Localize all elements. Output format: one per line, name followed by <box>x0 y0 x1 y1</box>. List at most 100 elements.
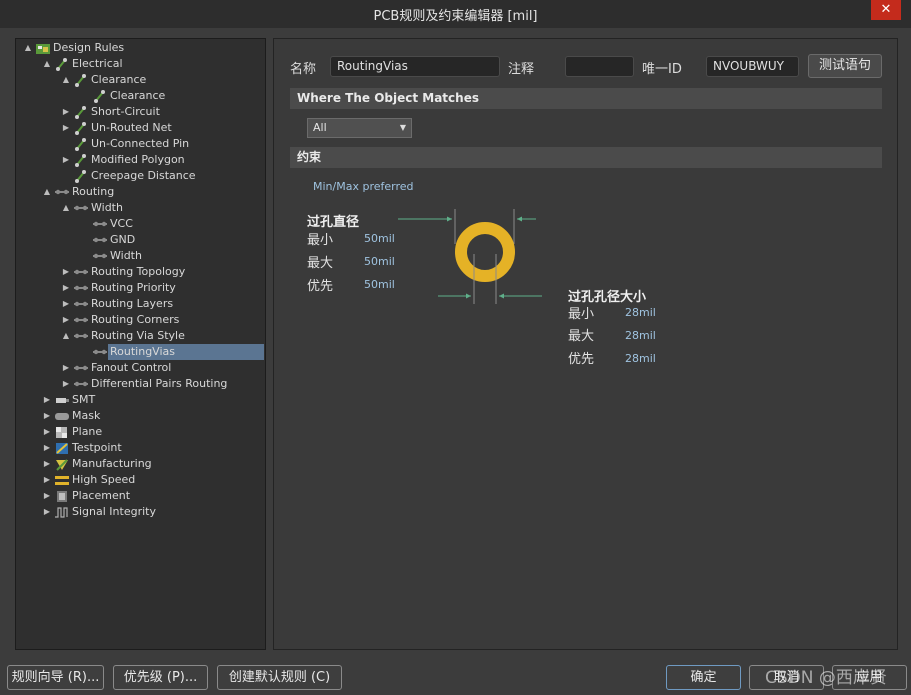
tree-item-differential-pairs-routing[interactable]: ▶ Differential Pairs Routing <box>16 376 265 392</box>
expand-arrow-icon[interactable]: ▶ <box>42 440 52 456</box>
tree-item-smt[interactable]: ▶ SMT <box>16 392 265 408</box>
expand-arrow-icon[interactable]: ▶ <box>61 264 71 280</box>
tree-item-routing-priority[interactable]: ▶ Routing Priority <box>16 280 265 296</box>
unique-id-field[interactable]: NVOUBWUY <box>706 56 799 77</box>
expand-arrow-icon[interactable]: ▶ <box>42 392 52 408</box>
create-default-rules-button[interactable]: 创建默认规则 (C) <box>217 665 342 690</box>
tree-item-width[interactable]: Width <box>16 248 265 264</box>
tree-item-short-circuit[interactable]: ▶ Short-Circuit <box>16 104 265 120</box>
collapse-arrow-icon[interactable]: ▲ <box>23 40 33 56</box>
name-field[interactable]: RoutingVias <box>330 56 500 77</box>
expand-arrow-icon[interactable]: ▶ <box>61 104 71 120</box>
via-diameter-max-label: 最大 <box>307 256 334 271</box>
rule-icon <box>75 154 86 167</box>
tree-item-electrical[interactable]: ▲ Electrical <box>16 56 265 72</box>
hole-size-max-value[interactable]: 28mil <box>625 329 656 342</box>
tree-item-label: GND <box>110 233 136 246</box>
hole-size-preferred-value[interactable]: 28mil <box>625 352 656 365</box>
expand-arrow-icon[interactable]: ▶ <box>42 472 52 488</box>
rule-editor-panel: 名称 RoutingVias 注释 唯一ID NVOUBWUY 测试语句 Whe… <box>273 38 898 650</box>
tree-item-routing-topology[interactable]: ▶ Routing Topology <box>16 264 265 280</box>
expand-arrow-icon[interactable]: ▶ <box>42 408 52 424</box>
tree-item-placement[interactable]: ▶ Placement <box>16 488 265 504</box>
expand-arrow-icon[interactable]: ▶ <box>61 152 71 168</box>
where-scope-value: All <box>313 121 327 134</box>
arrow-left-icon <box>499 293 504 299</box>
where-scope-select[interactable]: All ▼ <box>307 118 412 138</box>
rule-wizard-button[interactable]: 规则向导 (R)... <box>7 665 104 690</box>
collapse-arrow-icon[interactable]: ▲ <box>61 328 71 344</box>
tree-item-label: Testpoint <box>72 441 122 454</box>
test-query-button[interactable]: 测试语句 <box>808 54 882 78</box>
mask-icon <box>55 413 69 420</box>
collapse-arrow-icon[interactable]: ▲ <box>42 56 52 72</box>
collapse-arrow-icon[interactable]: ▲ <box>42 184 52 200</box>
tree-item-plane[interactable]: ▶ Plane <box>16 424 265 440</box>
tree-item-routingvias[interactable]: RoutingVias <box>16 344 265 360</box>
tree-item-clearance[interactable]: ▲ Clearance <box>16 72 265 88</box>
via-diagram <box>398 209 542 304</box>
tree-item-width[interactable]: ▲ Width <box>16 200 265 216</box>
routing-icon <box>93 253 107 259</box>
via-diameter-title: 过孔直径 <box>307 215 360 230</box>
tree-item-label: High Speed <box>72 473 136 486</box>
tree-item-clearance[interactable]: Clearance <box>16 88 265 104</box>
hole-size-min-value[interactable]: 28mil <box>625 306 656 319</box>
tree-item-manufacturing[interactable]: ▶ Manufacturing <box>16 456 265 472</box>
tree-item-modified-polygon[interactable]: ▶ Modified Polygon <box>16 152 265 168</box>
tree-item-high-speed[interactable]: ▶ High Speed <box>16 472 265 488</box>
expand-arrow-icon[interactable]: ▶ <box>61 296 71 312</box>
tree-item-vcc[interactable]: VCC <box>16 216 265 232</box>
chevron-down-icon: ▼ <box>399 123 406 132</box>
tree-item-label: SMT <box>72 393 96 406</box>
comment-field[interactable] <box>565 56 634 77</box>
tree-item-gnd[interactable]: GND <box>16 232 265 248</box>
expand-arrow-icon[interactable]: ▶ <box>42 456 52 472</box>
tree-item-label: Clearance <box>110 89 166 102</box>
routing-icon <box>74 317 88 323</box>
hole-size-min-label: 最小 <box>568 307 595 322</box>
expand-arrow-icon[interactable]: ▶ <box>42 504 52 520</box>
routing-icon <box>74 301 88 307</box>
tree-item-label: Routing <box>72 185 115 198</box>
priorities-button[interactable]: 优先级 (P)... <box>113 665 208 690</box>
via-diameter-preferred-label: 优先 <box>307 279 334 294</box>
expand-arrow-icon[interactable]: ▶ <box>61 120 71 136</box>
close-button[interactable]: ✕ <box>871 0 901 20</box>
tree-item-routing[interactable]: ▲ Routing <box>16 184 265 200</box>
via-hole <box>475 242 495 262</box>
tree-item-testpoint[interactable]: ▶ Testpoint <box>16 440 265 456</box>
tree-item-un-connected-pin[interactable]: Un-Connected Pin <box>16 136 265 152</box>
collapse-arrow-icon[interactable]: ▲ <box>61 200 71 216</box>
expand-arrow-icon[interactable]: ▶ <box>61 360 71 376</box>
expand-arrow-icon[interactable]: ▶ <box>61 312 71 328</box>
signal-integrity-icon <box>55 507 68 518</box>
expand-arrow-icon[interactable]: ▶ <box>42 424 52 440</box>
rule-tree[interactable]: ▲ Design Rules ▲ Electrical ▲ Clearance Cleara… <box>15 38 266 650</box>
collapse-arrow-icon[interactable]: ▲ <box>61 72 71 88</box>
expand-arrow-icon[interactable]: ▶ <box>61 280 71 296</box>
comment-label: 注释 <box>508 62 535 77</box>
expand-arrow-icon[interactable]: ▶ <box>42 488 52 504</box>
tree-item-label: VCC <box>110 217 133 230</box>
tree-item-label: Mask <box>72 409 101 422</box>
tree-item-label: Plane <box>72 425 103 438</box>
tree-item-label: Differential Pairs Routing <box>91 377 228 390</box>
tree-item-routing-corners[interactable]: ▶ Routing Corners <box>16 312 265 328</box>
tree-item-mask[interactable]: ▶ Mask <box>16 408 265 424</box>
expand-arrow-icon[interactable]: ▶ <box>61 376 71 392</box>
tree-item-routing-layers[interactable]: ▶ Routing Layers <box>16 296 265 312</box>
high-speed-icon <box>55 476 69 485</box>
via-diameter-min-value[interactable]: 50mil <box>364 232 395 245</box>
tree-item-fanout-control[interactable]: ▶ Fanout Control <box>16 360 265 376</box>
tree-item-un-routed-net[interactable]: ▶ Un-Routed Net <box>16 120 265 136</box>
tree-item-design-rules[interactable]: ▲ Design Rules <box>16 40 265 56</box>
constraints-section-header: 约束 <box>290 147 882 168</box>
tree-item-creepage-distance[interactable]: Creepage Distance <box>16 168 265 184</box>
tree-item-routing-via-style[interactable]: ▲ Routing Via Style <box>16 328 265 344</box>
tree-item-signal-integrity[interactable]: ▶ Signal Integrity <box>16 504 265 520</box>
electrical-icon <box>56 58 67 71</box>
via-diameter-preferred-value[interactable]: 50mil <box>364 278 395 291</box>
ok-button[interactable]: 确定 <box>666 665 741 690</box>
via-diameter-max-value[interactable]: 50mil <box>364 255 395 268</box>
